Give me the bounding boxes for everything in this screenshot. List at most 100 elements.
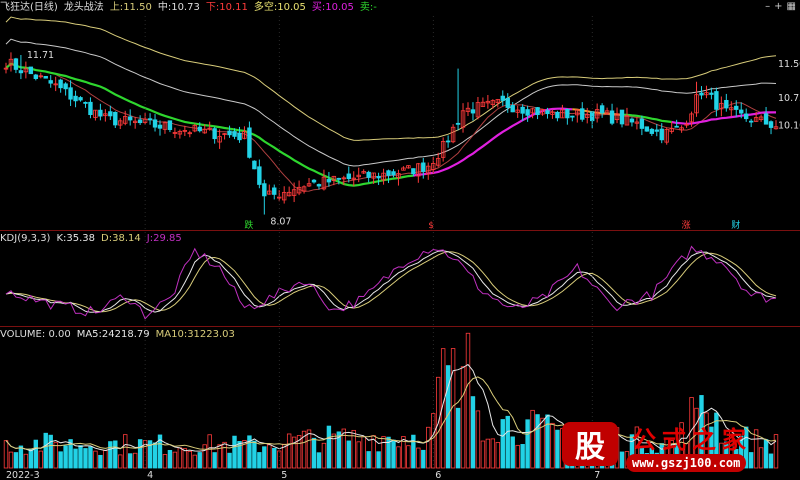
volume-bar	[460, 366, 466, 469]
volume-bar	[381, 436, 386, 469]
candle-body	[336, 177, 342, 180]
candle-body	[262, 183, 267, 197]
volume-bar	[421, 449, 426, 469]
volume-bar	[272, 447, 277, 469]
volume-bar	[406, 445, 411, 469]
candle-body	[391, 171, 396, 176]
volume-bar	[108, 441, 113, 469]
candle-body	[311, 179, 317, 183]
volume-bar	[13, 452, 19, 469]
candle-body	[326, 179, 332, 183]
volume-bar	[277, 450, 282, 469]
volume-bar	[356, 441, 361, 469]
volume-bar	[43, 432, 48, 469]
volume-bar	[232, 435, 237, 469]
candle-body	[619, 109, 625, 125]
candle-body	[152, 119, 158, 128]
volume-bar	[127, 453, 133, 469]
volume-bar	[33, 439, 39, 469]
low-price-label: 8.07	[270, 217, 291, 228]
j-line	[5, 245, 777, 320]
volume-bar	[58, 451, 63, 469]
volume-bar	[316, 452, 322, 469]
volume-bar	[396, 446, 401, 469]
volume-bar	[262, 446, 267, 469]
candle-body	[137, 119, 143, 124]
candle-body	[505, 97, 510, 108]
candle-body	[98, 109, 103, 117]
volume-bar	[426, 426, 431, 469]
candle-body	[609, 110, 615, 124]
candle-body	[411, 168, 416, 175]
volume-bar	[286, 433, 292, 469]
volume-bar	[182, 448, 188, 469]
volume-bar	[510, 436, 515, 469]
candle-body	[748, 120, 754, 123]
volume-bar	[326, 425, 332, 469]
volume-bar	[167, 449, 173, 469]
candlestick-pane: 11.71 8.07 11.50 10.73 10.10 跌 $ 涨 财	[3, 16, 800, 231]
candle-body	[212, 128, 217, 140]
candle-body	[272, 187, 277, 195]
volume-bar	[3, 440, 9, 469]
candle-body	[78, 97, 83, 101]
y-axis-label: 10.10	[778, 121, 800, 132]
volume-bar	[376, 451, 381, 469]
candle-body	[113, 111, 118, 126]
candle-body	[520, 106, 525, 114]
candle-body	[376, 176, 381, 179]
candle-body	[73, 95, 78, 102]
volume-bar	[550, 422, 555, 469]
candle-body	[252, 160, 257, 170]
volume-bar	[505, 415, 510, 469]
volume-bar	[555, 429, 560, 469]
volume-bar	[411, 434, 416, 469]
candle-body	[734, 105, 739, 110]
candle-body	[421, 162, 426, 172]
candle-body	[654, 129, 659, 132]
logo-name: 公式之家	[632, 426, 752, 454]
volume-bar	[192, 454, 197, 469]
signal-marker: 涨	[682, 220, 691, 231]
candle-body	[157, 124, 163, 129]
volume-bar	[257, 452, 262, 469]
volume-bar	[88, 446, 93, 469]
high-price-label: 11.71	[27, 50, 54, 61]
candle-body	[127, 116, 133, 121]
candle-body	[43, 76, 48, 79]
volume-bar	[113, 440, 118, 469]
volume-bar	[480, 440, 486, 469]
volume-bar	[366, 451, 371, 469]
site-logo: 股 公式之家 www.gszj100.com	[562, 420, 782, 476]
volume-bar	[470, 396, 476, 469]
volume-bar	[361, 436, 366, 469]
candle-body	[445, 140, 451, 143]
candle-body	[247, 127, 252, 158]
candle-body	[629, 118, 635, 123]
candle-body	[743, 113, 749, 120]
volume-bar	[53, 442, 58, 469]
stock-chart[interactable]: 11.718.0711.5010.7310.10跌$涨财 2022-34567	[0, 0, 800, 480]
volume-bar	[207, 434, 212, 469]
candle-body	[525, 109, 530, 116]
candle-body	[18, 70, 24, 74]
volume-bar	[222, 441, 227, 469]
candle-body	[68, 87, 73, 100]
candle-body	[570, 115, 575, 118]
volume-bar	[500, 419, 505, 469]
volume-bar	[172, 451, 178, 469]
volume-bar	[23, 453, 29, 469]
candle-body	[565, 108, 570, 119]
x-axis-label: 4	[147, 470, 153, 480]
candle-body	[674, 125, 679, 128]
candle-body	[83, 101, 88, 104]
volume-bar	[227, 452, 232, 469]
candle-body	[639, 118, 645, 129]
candle-body	[644, 126, 650, 132]
volume-bar	[118, 454, 123, 469]
candle-body	[659, 128, 664, 141]
volume-bar	[18, 445, 24, 469]
candle-body	[580, 108, 585, 120]
volume-bar	[103, 450, 108, 469]
candle-body	[257, 166, 262, 185]
